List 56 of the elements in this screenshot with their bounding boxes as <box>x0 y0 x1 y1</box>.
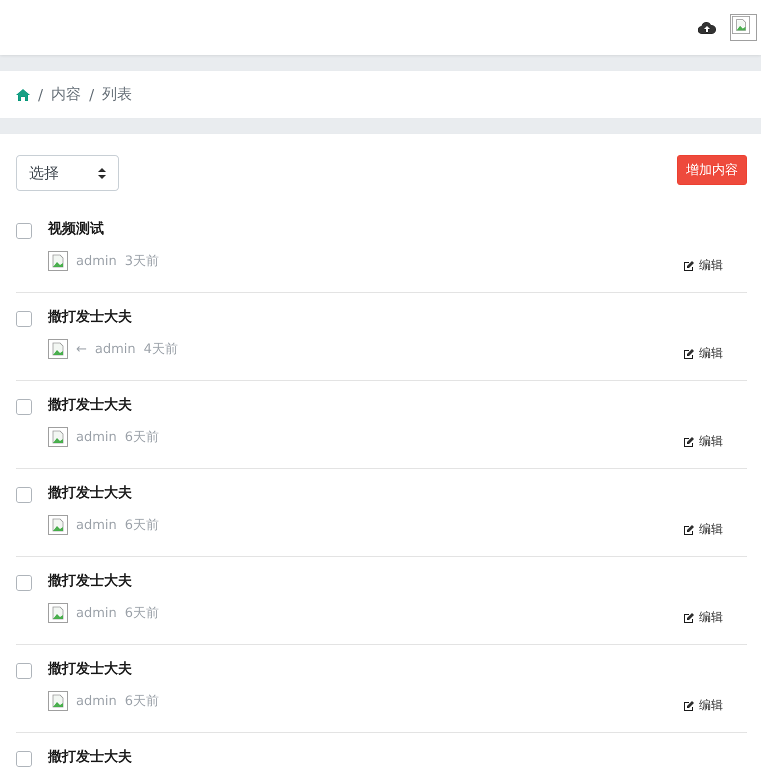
checkbox[interactable] <box>16 663 32 679</box>
post-time: 6天前 <box>124 429 160 446</box>
breadcrumb-link[interactable]: 列表 <box>102 85 132 104</box>
edit-link[interactable]: 编辑 <box>683 257 723 274</box>
edit-icon <box>683 612 695 624</box>
post-time: 6天前 <box>124 605 160 622</box>
select-dropdown[interactable]: 选择 <box>16 155 119 191</box>
edit-icon <box>683 524 695 536</box>
home-icon[interactable] <box>16 88 30 100</box>
sort-caret-icon <box>98 168 106 178</box>
broken-image-icon <box>48 339 68 359</box>
post-time: 6天前 <box>124 693 160 710</box>
author-name: admin <box>76 694 117 708</box>
author-name: admin <box>76 254 117 268</box>
author-name: admin <box>94 342 136 356</box>
broken-image-icon <box>48 691 68 711</box>
item-title[interactable]: 撒打发士大夫 <box>48 572 160 590</box>
edit-icon <box>683 260 695 272</box>
edit-link[interactable]: 编辑 <box>683 609 723 626</box>
item-title[interactable]: 撒打发士大夫 <box>48 308 178 326</box>
add-content-button[interactable]: 增加内容 <box>677 155 747 185</box>
broken-image-icon <box>48 427 68 447</box>
author-name: admin <box>76 518 117 532</box>
item-title[interactable]: 撒打发士大夫 <box>48 396 160 414</box>
edit-icon <box>683 700 695 712</box>
breadcrumb-separator: / <box>89 86 94 104</box>
broken-image-icon <box>48 515 68 535</box>
edit-icon <box>683 436 695 448</box>
item-title[interactable]: 视频测试 <box>48 220 160 238</box>
post-time: 4天前 <box>144 341 178 358</box>
checkbox[interactable] <box>16 575 32 591</box>
breadcrumb-separator: / <box>38 86 44 104</box>
breadcrumb-link[interactable]: 内容 <box>51 85 82 104</box>
author-name: admin <box>76 430 117 444</box>
edit-link[interactable]: 编辑 <box>683 345 723 362</box>
arrow-text: ← <box>76 342 87 356</box>
post-time: 6天前 <box>124 517 160 534</box>
avatar-image[interactable] <box>730 14 757 41</box>
cloud-upload-icon[interactable] <box>698 20 716 34</box>
edit-link[interactable]: 编辑 <box>683 697 723 714</box>
item-title[interactable]: 撒打发士大夫 <box>48 660 160 678</box>
broken-image-icon <box>732 16 750 34</box>
checkbox[interactable] <box>16 399 32 415</box>
checkbox[interactable] <box>16 311 32 327</box>
checkbox[interactable] <box>16 487 32 503</box>
item-title[interactable]: 撒打发士大夫 <box>48 748 132 766</box>
item-title[interactable]: 撒打发士大夫 <box>48 484 160 502</box>
edit-link[interactable]: 编辑 <box>683 521 723 538</box>
edit-link[interactable]: 编辑 <box>683 433 723 450</box>
post-time: 3天前 <box>124 253 160 270</box>
checkbox[interactable] <box>16 751 32 767</box>
broken-image-icon <box>48 603 68 623</box>
author-name: admin <box>76 606 117 620</box>
checkbox[interactable] <box>16 223 32 239</box>
broken-image-icon <box>48 251 68 271</box>
edit-icon <box>683 348 695 360</box>
